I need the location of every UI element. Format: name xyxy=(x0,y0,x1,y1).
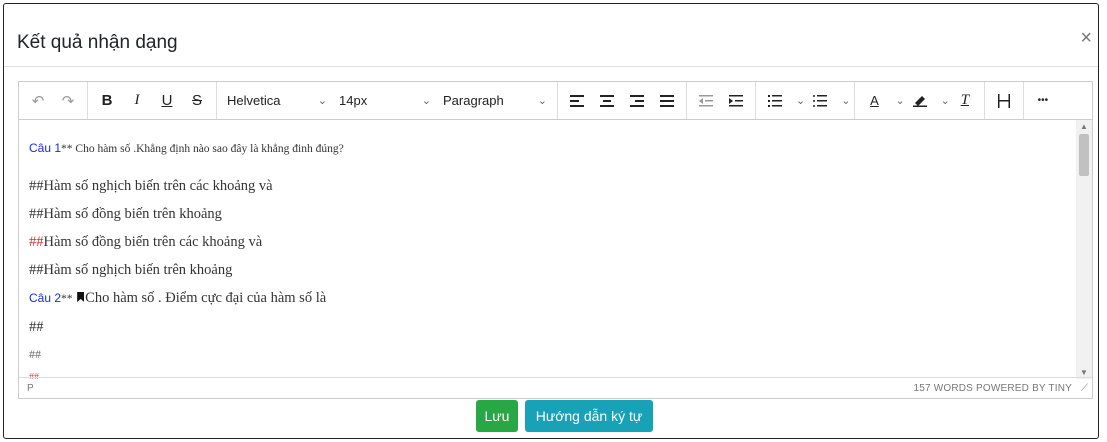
text-color-icon[interactable]: A xyxy=(859,88,889,114)
chevron-down-icon[interactable]: ⌄ xyxy=(941,94,950,107)
word-count[interactable]: 157 WORDS xyxy=(913,383,973,394)
editor-content[interactable]: Câu 1** Cho hàm số .Khẳng định nào sao đ… xyxy=(19,120,1076,379)
numbered-list-svg xyxy=(768,94,782,107)
dialog-title: Kết quả nhận dạng xyxy=(17,32,178,53)
question-1: Câu 1** Cho hàm số .Khẳng định nào sao đ… xyxy=(29,140,344,157)
redo-icon[interactable]: ↷ xyxy=(53,88,83,114)
question-2-label: Câu 2 xyxy=(29,291,62,305)
format-group: B I U S xyxy=(88,82,217,119)
indent-icon[interactable] xyxy=(721,88,751,114)
scroll-down-icon[interactable]: ▼ xyxy=(1080,368,1088,377)
more-group: ••• xyxy=(1024,82,1062,119)
editor-scrollbar[interactable]: ▲ ▼ xyxy=(1076,120,1092,379)
underline-icon[interactable]: U xyxy=(152,88,182,114)
font-family-value: Helvetica xyxy=(227,93,281,108)
indent-group xyxy=(687,82,756,119)
align-right-icon[interactable] xyxy=(622,88,652,114)
block-format-select[interactable]: Paragraph ⌄ xyxy=(437,88,553,114)
chevron-down-icon[interactable]: ⌄ xyxy=(841,94,850,107)
chevron-down-icon: ⌄ xyxy=(317,95,327,107)
bold-icon[interactable]: B xyxy=(92,88,122,114)
align-right-svg xyxy=(630,94,644,107)
option-2: ##Hàm số đồng biến trên khoảng xyxy=(29,206,222,222)
character-guide-button[interactable]: Hướng dẫn ký tự xyxy=(525,400,653,432)
strikethrough-icon[interactable]: S xyxy=(182,88,212,114)
italic-icon[interactable]: I xyxy=(122,88,152,114)
question-1-text: Cho hàm số .Khẳng định nào sao đây là kh… xyxy=(72,143,344,155)
more-icon[interactable]: ••• xyxy=(1028,88,1058,114)
clear-format-icon[interactable]: T xyxy=(950,88,980,114)
font-family-select[interactable]: Helvetica ⌄ xyxy=(221,88,333,114)
bullet-list-icon[interactable] xyxy=(805,88,835,114)
page-break-icon[interactable] xyxy=(989,88,1019,114)
chevron-down-icon: ⌄ xyxy=(421,95,431,107)
option-1: ##Hàm số nghịch biến trên các khoảng và xyxy=(29,178,273,194)
q2-option-1: ## xyxy=(29,319,44,335)
history-group: ↶ ↷ xyxy=(19,82,88,119)
indent-svg xyxy=(729,94,743,106)
question-2-stars: ** xyxy=(61,293,73,305)
numbered-list-icon[interactable] xyxy=(760,88,790,114)
align-center-svg xyxy=(600,94,614,107)
align-group xyxy=(558,82,687,119)
recognition-dialog: Kết quả nhận dạng × ↶ ↷ B I U S Helvetic… xyxy=(3,3,1099,439)
question-1-label: Câu 1 xyxy=(29,141,62,155)
page-break-svg xyxy=(997,93,1010,108)
option-3-text: Hàm số đồng biến trên các khoảng và xyxy=(43,234,263,250)
powered-by-link[interactable]: POWERED BY TINY xyxy=(976,383,1072,394)
outdent-icon[interactable] xyxy=(691,88,721,114)
chevron-down-icon[interactable]: ⌄ xyxy=(796,94,805,107)
align-left-icon[interactable] xyxy=(562,88,592,114)
font-size-select[interactable]: 14px ⌄ xyxy=(333,88,437,114)
highlight-icon[interactable] xyxy=(905,88,935,114)
highlight-svg xyxy=(912,96,927,107)
font-group: Helvetica ⌄ 14px ⌄ Paragraph ⌄ xyxy=(217,82,558,119)
chevron-down-icon[interactable]: ⌄ xyxy=(895,94,904,107)
pagebreak-group xyxy=(985,82,1024,119)
font-size-value: 14px xyxy=(339,93,368,108)
element-path[interactable]: P xyxy=(27,383,34,394)
option-4: ##Hàm số nghịch biến trên khoảng xyxy=(29,262,233,278)
block-format-value: Paragraph xyxy=(443,93,504,108)
undo-icon[interactable]: ↶ xyxy=(23,88,53,114)
scrollbar-thumb[interactable] xyxy=(1079,134,1089,176)
align-justify-svg xyxy=(660,94,674,107)
correct-answer-mark: ## xyxy=(29,234,44,250)
align-justify-icon[interactable] xyxy=(652,88,682,114)
editor-toolbar: ↶ ↷ B I U S Helvetica ⌄ 14px ⌄ Paragraph… xyxy=(19,82,1092,120)
list-group: ⌄ ⌄ xyxy=(756,82,856,119)
save-button[interactable]: Lưu xyxy=(476,400,518,432)
bookmark-icon xyxy=(77,292,85,302)
outdent-svg xyxy=(699,94,713,106)
header-divider xyxy=(4,66,1098,67)
resize-handle-icon[interactable]: ⟋ xyxy=(1081,383,1088,394)
statusbar-info: 157 WORDS POWERED BY TINY xyxy=(913,383,1072,394)
rich-text-editor: ↶ ↷ B I U S Helvetica ⌄ 14px ⌄ Paragraph… xyxy=(18,81,1093,399)
question-2: Câu 2** Cho hàm số . Điểm cực đại của hà… xyxy=(29,290,326,307)
question-2-text: Cho hàm số . Điểm cực đại của hàm số là xyxy=(85,290,327,306)
align-center-icon[interactable] xyxy=(592,88,622,114)
q2-option-2: ## xyxy=(29,347,41,361)
color-group: A ⌄ ⌄ T xyxy=(855,82,985,119)
chevron-down-icon: ⌄ xyxy=(537,95,547,107)
align-left-svg xyxy=(570,94,584,107)
close-icon[interactable]: × xyxy=(1080,27,1092,50)
option-3: ##Hàm số đồng biến trên các khoảng và xyxy=(29,234,262,251)
editor-statusbar: P 157 WORDS POWERED BY TINY ⟋ xyxy=(19,377,1092,398)
scroll-up-icon[interactable]: ▲ xyxy=(1080,122,1088,131)
bullet-list-svg xyxy=(813,94,828,107)
question-1-stars: ** xyxy=(61,143,73,155)
